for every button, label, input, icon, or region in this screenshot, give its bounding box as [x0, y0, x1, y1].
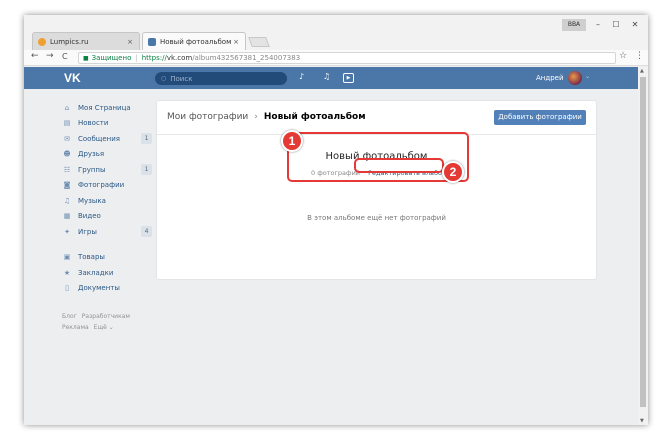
breadcrumb-my-photos[interactable]: Мои фотографии — [167, 112, 248, 122]
url-host: vk.com — [166, 54, 193, 62]
tab-title: Lumpics.ru — [50, 37, 89, 46]
step-marker-1: 1 — [281, 130, 303, 152]
friends-icon: ☻ — [63, 150, 71, 159]
sidebar-footer-links: Блог Разработчикам Реклама Ещё ⌄ — [62, 311, 135, 333]
scroll-down-icon[interactable]: ▼ — [640, 418, 644, 424]
music-icon: ♫ — [63, 196, 71, 205]
music-note-icon[interactable]: ♫ — [323, 72, 330, 81]
messages-icon: ✉ — [64, 134, 70, 143]
home-icon: ⌂ — [64, 103, 70, 112]
sidebar-item-label: Моя Страница — [78, 103, 131, 112]
search-icon: ○ — [161, 75, 167, 82]
browser-menu-icon[interactable]: ⋮ — [635, 51, 644, 61]
sidebar-item-label: Товары — [78, 253, 105, 262]
documents-icon: ▯ — [65, 284, 69, 293]
lumpics-favicon-icon — [38, 37, 46, 46]
sidebar-item-games[interactable]: ✦ Игры 4 — [62, 224, 152, 240]
browser-window: Lumpics.ru × Новый фотоальбом × BBA – ☐ … — [24, 15, 648, 425]
footer-link-more[interactable]: Ещё ⌄ — [94, 324, 114, 331]
sidebar-separator — [62, 240, 152, 250]
sidebar-item-photos[interactable]: ◙ Фотографии — [62, 178, 152, 194]
vk-header: VK ○ Поиск ♪ ♫ ▶ Андрей ⌄ — [24, 67, 638, 89]
photos-icon: ◙ — [63, 181, 71, 190]
url-bar[interactable]: ■ Защищено | https:// vk.com /album43256… — [78, 52, 616, 64]
avatar[interactable] — [568, 71, 582, 85]
tab-close-icon[interactable]: × — [127, 38, 133, 46]
add-photos-button[interactable]: Добавить фотографии — [494, 110, 586, 125]
forward-button[interactable]: → — [46, 51, 54, 61]
page-scrollbar[interactable]: ▲ ▼ — [638, 67, 648, 425]
highlight-edit-link — [354, 158, 444, 173]
sidebar-item-goods[interactable]: ▣ Товары — [62, 250, 152, 266]
news-icon: ▤ — [63, 119, 71, 128]
bookmarks-icon: ★ — [63, 268, 71, 277]
goods-icon: ▣ — [63, 253, 71, 262]
sidebar-item-label: Группы — [78, 165, 106, 174]
sidebar-item-label: Музыка — [78, 196, 106, 205]
footer-link-blog[interactable]: Блог — [62, 313, 77, 320]
minimize-button[interactable]: – — [590, 19, 606, 31]
sidebar-item-bookmarks[interactable]: ★ Закладки — [62, 265, 152, 281]
address-toolbar: ← → C ■ Защищено | https:// vk.com /albu… — [24, 50, 648, 66]
search-placeholder: Поиск — [170, 74, 193, 83]
sidebar-item-label: Видео — [78, 212, 101, 221]
new-tab-button[interactable] — [248, 37, 270, 47]
sidebar-item-label: Фотографии — [78, 181, 125, 190]
bookmark-star-icon[interactable]: ☆ — [619, 51, 627, 61]
vk-logo[interactable]: VK — [64, 71, 81, 85]
tab-title: Новый фотоальбом — [160, 37, 232, 46]
sidebar-item-label: Друзья — [78, 150, 105, 159]
album-card: Мои фотографии › Новый фотоальбом Добави… — [156, 100, 597, 280]
groups-icon: ☷ — [63, 165, 71, 174]
sidebar-item-label: Игры — [78, 227, 97, 236]
sidebar-item-music[interactable]: ♫ Музыка — [62, 193, 152, 209]
browser-titlebar: Lumpics.ru × Новый фотоальбом × BBA – ☐ … — [24, 15, 648, 51]
step-marker-2: 2 — [442, 161, 464, 183]
notifications-bell-icon[interactable]: ♪ — [299, 72, 304, 81]
search-input[interactable]: ○ Поиск — [155, 72, 287, 85]
footer-link-ads[interactable]: Реклама — [62, 324, 89, 331]
breadcrumb-current: Новый фотоальбом — [263, 112, 366, 122]
sidebar-item-label: Сообщения — [78, 134, 121, 143]
sidebar-item-label: Документы — [78, 284, 120, 293]
close-window-button[interactable]: ✕ — [626, 19, 644, 31]
count-badge: 1 — [141, 164, 152, 175]
sidebar-item-news[interactable]: ▤ Новости — [62, 116, 152, 132]
breadcrumb: Мои фотографии › Новый фотоальбом — [167, 112, 366, 122]
url-path: /album432567381_254007383 — [192, 54, 301, 62]
url-protocol: https:// — [141, 54, 167, 62]
user-profile-label[interactable]: BBA — [562, 19, 586, 31]
empty-album-message: В этом альбоме ещё нет фотографий — [307, 214, 446, 222]
sidebar-item-messages[interactable]: ✉ Сообщения 1 — [62, 131, 152, 147]
user-name[interactable]: Андрей — [536, 74, 564, 82]
left-sidebar: ⌂ Моя Страница ▤ Новости ✉ Сообщения 1 ☻ Друз… — [62, 100, 152, 296]
count-badge: 4 — [141, 226, 152, 237]
video-icon: ▦ — [63, 212, 71, 221]
play-icon[interactable]: ▶ — [343, 73, 354, 83]
sidebar-item-groups[interactable]: ☷ Группы 1 — [62, 162, 152, 178]
sidebar-item-documents[interactable]: ▯ Документы — [62, 281, 152, 297]
sidebar-item-label: Новости — [78, 119, 109, 128]
sidebar-item-friends[interactable]: ☻ Друзья — [62, 147, 152, 163]
scrollbar-thumb[interactable] — [640, 77, 646, 407]
chevron-down-icon[interactable]: ⌄ — [585, 73, 590, 80]
footer-link-developers[interactable]: Разработчикам — [82, 313, 130, 320]
count-badge: 1 — [141, 133, 152, 144]
tab-close-icon[interactable]: × — [233, 38, 239, 46]
games-icon: ✦ — [64, 227, 70, 236]
maximize-button[interactable]: ☐ — [608, 19, 624, 31]
lock-icon: ■ — [83, 54, 89, 62]
scroll-up-icon[interactable]: ▲ — [640, 68, 644, 74]
url-separator: | — [135, 54, 138, 62]
vk-favicon-icon — [148, 37, 156, 46]
tab-new-album[interactable]: Новый фотоальбом × — [142, 32, 246, 50]
tab-lumpics[interactable]: Lumpics.ru × — [32, 32, 140, 50]
sidebar-item-video[interactable]: ▦ Видео — [62, 209, 152, 225]
sidebar-item-my-page[interactable]: ⌂ Моя Страница — [62, 100, 152, 116]
security-label: Защищено — [91, 54, 132, 62]
sidebar-item-label: Закладки — [78, 268, 114, 277]
chevron-right-icon: › — [254, 112, 258, 122]
reload-button[interactable]: C — [62, 52, 68, 61]
back-button[interactable]: ← — [31, 51, 39, 61]
